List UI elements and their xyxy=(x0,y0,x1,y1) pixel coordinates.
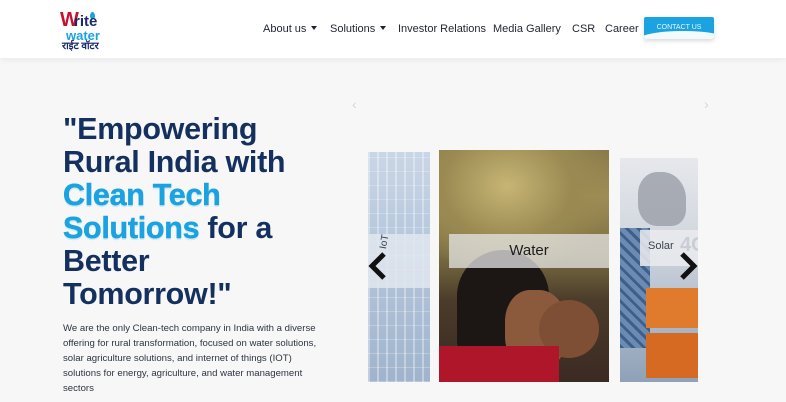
girl-shirt xyxy=(439,346,559,382)
nav-item-investor-relations[interactable]: Investor Relations xyxy=(398,22,486,36)
logo-hindi: राईट वॉटर xyxy=(62,41,99,52)
slide-caption: Water xyxy=(449,234,609,268)
caret-down-icon xyxy=(380,26,387,30)
lion-emblem-icon xyxy=(638,172,686,226)
nav-label: Solutions xyxy=(330,23,376,35)
chevron-left-icon[interactable] xyxy=(366,252,390,280)
nav-item-career[interactable]: Career xyxy=(605,22,639,36)
faint-chevron-left-icon: ‹ xyxy=(352,96,357,112)
carousel-slide-water[interactable]: Water xyxy=(439,150,609,382)
contact-us-label: CONTACT US xyxy=(656,24,702,31)
chevron-right-icon[interactable] xyxy=(676,252,700,280)
hero-highlight: Clean Tech xyxy=(63,178,221,212)
faint-chevron-right-icon: › xyxy=(704,96,709,112)
controller-box xyxy=(646,333,698,378)
nav-label: CSR xyxy=(572,23,596,35)
hero-title-line: Better xyxy=(63,244,150,278)
nav-item-about-us[interactable]: About us xyxy=(263,22,318,36)
slide-caption-text: IoT xyxy=(378,233,392,250)
hero-highlight: Solutions xyxy=(63,211,200,245)
nav-label: Career xyxy=(605,23,639,35)
top-navbar: W rite water राईट वॉटर About us Solution… xyxy=(0,0,786,58)
nav-label: Investor Relations xyxy=(398,23,487,35)
nav-item-solutions[interactable]: Solutions xyxy=(330,22,387,36)
slide-caption-text: Solar xyxy=(648,240,674,252)
nav-item-media-gallery[interactable]: Media Gallery xyxy=(493,22,561,36)
hero-title-line: Rural India with xyxy=(63,145,286,179)
nav-label: About us xyxy=(263,23,307,35)
button-shine xyxy=(644,31,714,39)
rite-water-logo[interactable]: W rite water राईट वॉटर xyxy=(60,10,112,54)
hero-title-line: Tomorrow!" xyxy=(63,277,232,311)
hero-title: "Empowering Rural India with Clean Tech … xyxy=(63,113,323,311)
logo-rite: rite xyxy=(74,13,98,30)
caret-down-icon xyxy=(311,26,318,30)
controller-box xyxy=(646,288,698,328)
nav-label: Media Gallery xyxy=(493,23,561,35)
hero-description: We are the only Clean-tech company in In… xyxy=(63,323,317,394)
hero-title-line: "Empowering xyxy=(63,112,258,146)
slide-caption-text: Water xyxy=(509,242,549,259)
hero-title-line: for a xyxy=(199,211,273,245)
nav-item-csr[interactable]: CSR xyxy=(572,22,595,36)
contact-us-button[interactable]: CONTACT US xyxy=(644,17,714,39)
